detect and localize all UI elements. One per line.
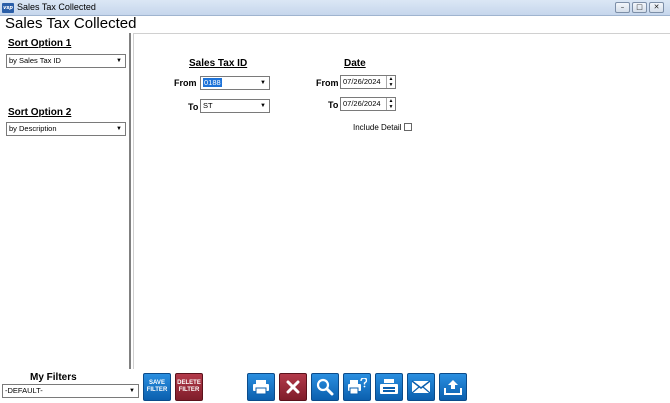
- chevron-down-icon: ▼: [129, 388, 135, 394]
- preview-button[interactable]: [311, 373, 339, 401]
- sort-option-1-value: by Sales Tax ID: [9, 56, 61, 65]
- app-logo-icon: vsp: [2, 3, 14, 13]
- close-window-button[interactable]: ✕: [649, 2, 664, 13]
- close-icon: ✕: [653, 3, 660, 11]
- email-button[interactable]: [407, 373, 435, 401]
- chevron-down-icon: ▼: [260, 80, 266, 86]
- window-titlebar: vsp Sales Tax Collected – □ ✕: [0, 0, 670, 16]
- upload-icon: [444, 380, 462, 395]
- tax-to-label: To: [188, 102, 199, 112]
- fax-button[interactable]: [375, 373, 403, 401]
- sort-option-2-label: Sort Option 2: [8, 107, 72, 118]
- tax-from-label: From: [174, 78, 197, 88]
- chevron-down-icon: ▼: [116, 58, 122, 64]
- sort-option-2-select[interactable]: by Description ▼: [6, 122, 126, 136]
- spin-down-icon: ▼: [388, 81, 394, 88]
- delete-filter-line1: DELETE: [177, 380, 201, 386]
- date-to-spinner[interactable]: ▲ ▼: [386, 98, 395, 110]
- date-to-value: 07/26/2024: [343, 99, 381, 108]
- sort-options-panel: Sort Option 1 by Sales Tax ID ▼ Sort Opt…: [0, 33, 131, 369]
- save-filter-line1: SAVE: [149, 380, 165, 386]
- sales-tax-id-heading: Sales Tax ID: [189, 58, 248, 69]
- window-title: Sales Tax Collected: [17, 2, 96, 12]
- tax-id-from-select[interactable]: 0188 ▼: [200, 76, 270, 90]
- tax-id-to-select[interactable]: ST ▼: [200, 99, 270, 113]
- printer-icon: [253, 380, 269, 395]
- chevron-down-icon: ▼: [116, 126, 122, 132]
- window-controls: – □ ✕: [615, 2, 664, 13]
- my-filters-select[interactable]: -DEFAULT- ▼: [2, 384, 139, 398]
- spin-down-icon: ▼: [388, 103, 394, 110]
- save-filter-line2: FILTER: [146, 387, 168, 393]
- filter-panel: Sales Tax ID From 0188 ▼ To ST ▼ Date Fr…: [133, 33, 670, 369]
- include-detail-checkbox[interactable]: [404, 123, 412, 131]
- delete-filter-button[interactable]: DELETE FILTER: [175, 373, 203, 401]
- printer-question-icon: [348, 378, 367, 395]
- date-to-input[interactable]: 07/26/2024 ▲ ▼: [340, 97, 396, 111]
- minimize-button[interactable]: –: [615, 2, 630, 13]
- cancel-button[interactable]: [279, 373, 307, 401]
- maximize-button[interactable]: □: [632, 2, 647, 13]
- sort-option-2-value: by Description: [9, 124, 57, 133]
- export-button[interactable]: [439, 373, 467, 401]
- magnifier-icon: [316, 378, 334, 396]
- print-setup-button[interactable]: [343, 373, 371, 401]
- date-to-label: To: [328, 100, 339, 110]
- save-filter-button[interactable]: SAVE FILTER: [143, 373, 171, 401]
- date-from-spinner[interactable]: ▲ ▼: [386, 76, 395, 88]
- tax-id-from-value: 0188: [203, 78, 222, 87]
- delete-filter-line2: FILTER: [178, 387, 200, 393]
- date-from-label: From: [316, 78, 339, 88]
- my-filters-label: My Filters: [30, 372, 77, 383]
- my-filters-value: -DEFAULT-: [5, 386, 43, 395]
- include-detail-label: Include Detail: [353, 123, 402, 132]
- chevron-down-icon: ▼: [260, 103, 266, 109]
- date-from-input[interactable]: 07/26/2024 ▲ ▼: [340, 75, 396, 89]
- date-heading: Date: [344, 58, 366, 69]
- close-x-icon: [286, 380, 300, 394]
- sort-option-1-label: Sort Option 1: [8, 38, 72, 49]
- date-from-value: 07/26/2024: [343, 77, 381, 86]
- sort-option-1-select[interactable]: by Sales Tax ID ▼: [6, 54, 126, 68]
- envelope-icon: [411, 380, 431, 394]
- fax-machine-icon: [380, 379, 398, 394]
- page-title: Sales Tax Collected: [5, 15, 137, 32]
- maximize-icon: □: [636, 3, 643, 11]
- print-button[interactable]: [247, 373, 275, 401]
- minimize-icon: –: [620, 3, 625, 11]
